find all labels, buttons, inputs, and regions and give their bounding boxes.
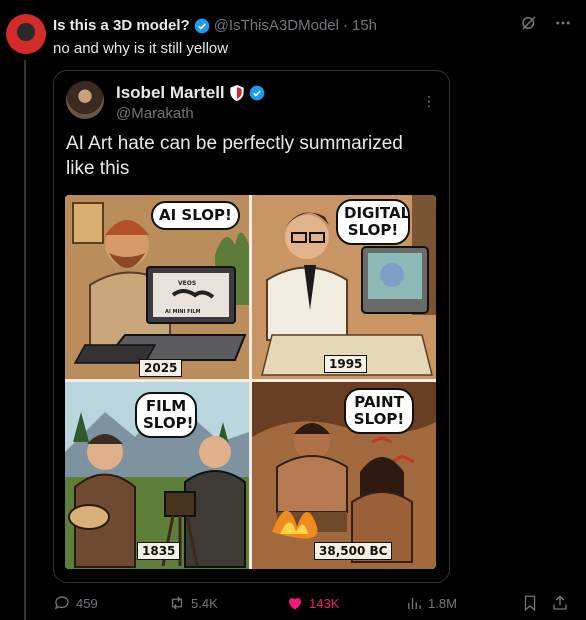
- heart-icon: [289, 598, 301, 610]
- post-text: no and why is it still yellow: [53, 40, 229, 57]
- quote-more-icon[interactable]: ⋮: [422, 93, 437, 110]
- author-name[interactable]: Is this a 3D model?: [53, 17, 190, 34]
- comic-image[interactable]: VEOS AI MINI FILM AI SLOP! 2025 DIGITAL …: [65, 195, 436, 569]
- post-header: Is this a 3D model? @IsThisA3DModel · 15…: [53, 17, 377, 34]
- repost-button[interactable]: 5.4K: [168, 594, 218, 612]
- share-icon: [553, 595, 567, 610]
- bubble-ai-slop: AI SLOP!: [151, 201, 240, 230]
- verified-badge-icon: [194, 18, 210, 33]
- panel-digital-slop: DIGITAL SLOP! 1995: [252, 195, 436, 379]
- like-count: 143K: [309, 595, 340, 611]
- quote-author-name[interactable]: Isobel Martell: [116, 83, 225, 103]
- reply-icon: [54, 596, 69, 610]
- panel-film-slop: FILM SLOP! 1835: [65, 382, 249, 569]
- bookmark-button[interactable]: [521, 594, 539, 612]
- bubble-film-slop: FILM SLOP!: [135, 392, 197, 438]
- top-icons: [520, 14, 572, 32]
- bookmark-icon: [524, 595, 536, 612]
- bubble-digital-slop: DIGITAL SLOP!: [336, 199, 410, 245]
- grok-icon[interactable]: [520, 14, 538, 32]
- screen-tag: VEOS: [178, 280, 196, 287]
- like-button[interactable]: 143K: [286, 594, 339, 612]
- verified-badge-icon: [249, 85, 264, 101]
- panel-ai-slop: VEOS AI MINI FILM AI SLOP! 2025: [65, 195, 249, 379]
- author-handle[interactable]: @IsThisA3DModel: [214, 17, 339, 34]
- quote-author-handle[interactable]: @Marakath: [116, 105, 194, 122]
- year-1995: 1995: [324, 355, 368, 373]
- quote-author-avatar[interactable]: [66, 81, 104, 119]
- views-button[interactable]: 1.8M: [405, 594, 457, 612]
- panel-paint-slop: PAINT SLOP! 38,500 BC: [252, 382, 436, 569]
- repost-icon: [171, 596, 183, 610]
- more-options-icon[interactable]: [554, 14, 572, 32]
- year-1835: 1835: [137, 542, 181, 560]
- quote-author-row: Isobel Martell: [116, 83, 265, 103]
- action-bar: 459 5.4K 143K 1.8M: [53, 594, 573, 616]
- quote-text: AI Art hate can be perfectly summarized …: [66, 133, 403, 179]
- share-button[interactable]: [551, 594, 569, 612]
- year-38500-bc: 38,500 BC: [314, 542, 393, 560]
- views-icon: [408, 597, 421, 609]
- reply-count: 459: [76, 595, 98, 611]
- screen-label: AI MINI FILM: [165, 309, 201, 315]
- author-avatar[interactable]: [6, 14, 46, 54]
- year-2025: 2025: [139, 359, 183, 377]
- bubble-paint-slop: PAINT SLOP!: [344, 388, 414, 434]
- separator: ·: [342, 17, 348, 34]
- views-count: 1.8M: [428, 595, 457, 611]
- repost-count: 5.4K: [191, 595, 218, 611]
- shield-icon: [229, 85, 244, 101]
- reply-button[interactable]: 459: [53, 594, 98, 612]
- thread-line: [24, 60, 26, 620]
- quoted-post[interactable]: Isobel Martell @Marakath ⋮ AI Art hate c…: [53, 70, 450, 583]
- post-time[interactable]: 15h: [352, 17, 377, 34]
